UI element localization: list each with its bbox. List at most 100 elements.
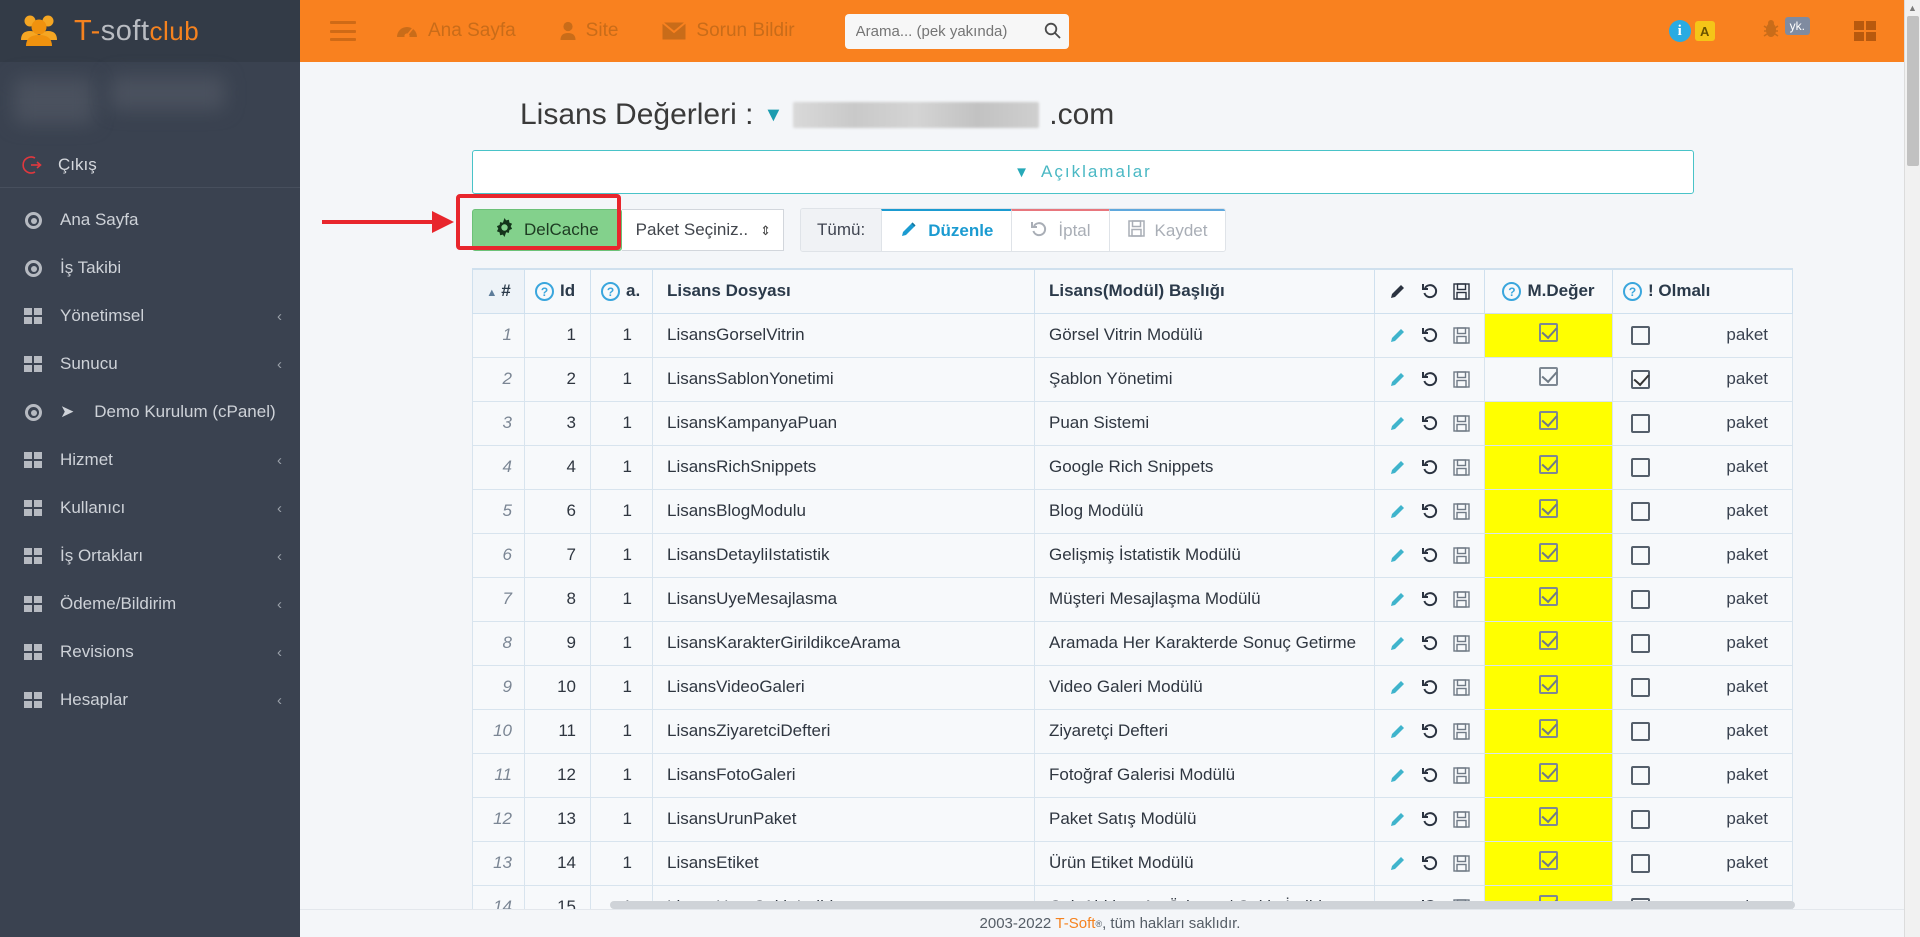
cell-mdeger[interactable] [1484,576,1613,622]
undo-icon[interactable] [1421,370,1439,388]
topbar-item-ana-sayfa[interactable]: Ana Sayfa [396,20,516,42]
pencil-icon[interactable] [1389,854,1407,872]
pencil-icon[interactable] [1389,502,1407,520]
aciklamalar-panel[interactable]: ▼ Açıklamalar [472,150,1694,194]
bug-report-group[interactable]: yk. [1759,17,1810,45]
mdeger-checkbox[interactable] [1539,719,1558,738]
table-row[interactable]: 7 8 1 LisansUyeMesajlasma Müşteri Mesajlaşma… [472,576,1793,622]
save-icon[interactable] [1453,283,1470,300]
pencil-icon[interactable] [1389,722,1407,740]
save-icon[interactable] [1453,722,1470,740]
col-header-sort[interactable]: ▲ # [472,268,525,314]
save-icon[interactable] [1453,678,1470,696]
table-row[interactable]: 1 1 1 LisansGorselVitrin Görsel Vitrin Modül… [472,312,1793,358]
iptal-button[interactable]: İptal [1011,209,1109,251]
sidebar-item-odeme-bildirim[interactable]: Ödeme/Bildirim ‹ [0,580,300,628]
olmali-checkbox[interactable] [1631,677,1650,697]
pencil-icon[interactable] [1389,458,1407,476]
help-icon[interactable]: ? [1502,282,1522,302]
olmali-checkbox[interactable] [1631,369,1650,389]
cell-olmali[interactable]: paket [1612,400,1793,446]
info-icon[interactable]: i [1668,20,1691,42]
table-row[interactable]: 13 14 1 LisansEtiket Ürün Etiket Modülü paket [472,840,1793,886]
cell-mdeger[interactable] [1484,312,1613,358]
table-row[interactable]: 6 7 1 LisansDetayliIstatistik Gelişmiş İstat… [472,532,1793,578]
kaydet-button[interactable]: Kaydet [1108,209,1226,251]
undo-icon[interactable] [1421,546,1439,564]
olmali-checkbox[interactable] [1631,413,1650,433]
save-icon[interactable] [1453,854,1470,872]
undo-icon[interactable] [1421,766,1439,784]
cell-olmali[interactable]: paket [1612,708,1793,754]
paket-select[interactable]: Paket Seçiniz.. ⇕ [621,209,785,251]
save-icon[interactable] [1453,590,1470,608]
sidebar-item-kullanici[interactable]: Kullanıcı ‹ [0,484,300,532]
search-input[interactable] [844,13,1069,49]
olmali-checkbox[interactable] [1631,589,1650,609]
help-icon[interactable]: ? [535,282,554,302]
col-header-a[interactable]: ? a. [590,268,653,314]
col-header-mdeger[interactable]: ? M.Değer [1484,268,1613,314]
mdeger-checkbox[interactable] [1539,543,1558,562]
cell-olmali[interactable]: paket [1612,356,1793,402]
search-box[interactable] [844,13,1069,49]
cell-olmali[interactable]: paket [1612,664,1793,710]
olmali-checkbox[interactable] [1631,457,1650,477]
cell-mdeger[interactable] [1484,840,1613,886]
pencil-icon[interactable] [1389,414,1407,432]
table-row[interactable]: 2 2 1 LisansSablonYonetimi Şablon Yönetimi pa… [472,356,1793,402]
table-row[interactable]: 5 6 1 LisansBlogModulu Blog Modülü paket [472,488,1793,534]
topbar-item-sorun-bildir[interactable]: Sorun Bildir [662,20,795,42]
table-row[interactable]: 12 13 1 LisansUrunPaket Paket Satış Modülü pa… [472,796,1793,842]
olmali-checkbox[interactable] [1631,721,1650,741]
cell-olmali[interactable]: paket [1612,532,1793,578]
help-icon[interactable]: ? [1623,282,1642,302]
sidebar-item-hesaplar[interactable]: Hesaplar ‹ [0,676,300,724]
undo-icon[interactable] [1421,282,1439,300]
cell-olmali[interactable]: paket [1612,444,1793,490]
mdeger-checkbox[interactable] [1539,323,1558,342]
save-icon[interactable] [1453,502,1470,520]
olmali-checkbox[interactable] [1631,765,1650,785]
scroll-up-arrow-icon[interactable]: ▲ [1905,0,1920,16]
pencil-icon[interactable] [1389,678,1407,696]
olmali-checkbox[interactable] [1631,545,1650,565]
brand-header[interactable]: T-softclub [0,0,300,62]
apps-grid-icon[interactable] [1854,21,1876,41]
undo-icon[interactable] [1421,458,1439,476]
duzenle-button[interactable]: Düzenle [881,209,1012,251]
sidebar-item-hizmet[interactable]: Hizmet ‹ [0,436,300,484]
topbar-item-site[interactable]: Site [560,20,618,42]
hamburger-icon[interactable] [330,21,356,41]
cell-olmali[interactable]: paket [1612,840,1793,886]
pencil-icon[interactable] [1389,282,1407,300]
pencil-icon[interactable] [1389,546,1407,564]
table-row[interactable]: 8 9 1 LisansKarakterGirildikceArama Aramada … [472,620,1793,666]
pencil-icon[interactable] [1389,810,1407,828]
pencil-icon[interactable] [1389,370,1407,388]
save-icon[interactable] [1453,414,1470,432]
vertical-scrollbar[interactable]: ▲ [1904,0,1920,937]
cell-mdeger[interactable] [1484,752,1613,798]
sidebar-item-sunucu[interactable]: Sunucu ‹ [0,340,300,388]
col-header-file[interactable]: Lisans Dosyası [652,268,1035,314]
undo-icon[interactable] [1421,810,1439,828]
cell-olmali[interactable]: paket [1612,620,1793,666]
olmali-checkbox[interactable] [1631,325,1650,345]
cell-mdeger[interactable] [1484,400,1613,446]
col-header-id[interactable]: ? Id [524,268,591,314]
delcache-button[interactable]: DelCache [472,209,622,251]
logout-button[interactable]: Çıkış [0,142,300,188]
search-icon[interactable] [1044,22,1061,44]
bug-icon[interactable] [1759,18,1783,45]
pencil-icon[interactable] [1389,766,1407,784]
table-row[interactable]: 4 4 1 LisansRichSnippets Google Rich Snippet… [472,444,1793,490]
pencil-icon[interactable] [1389,634,1407,652]
mdeger-checkbox[interactable] [1539,367,1558,386]
save-icon[interactable] [1453,546,1470,564]
olmali-checkbox[interactable] [1631,501,1650,521]
cell-olmali[interactable]: paket [1612,576,1793,622]
mdeger-checkbox[interactable] [1539,807,1558,826]
undo-icon[interactable] [1421,678,1439,696]
save-icon[interactable] [1453,370,1470,388]
